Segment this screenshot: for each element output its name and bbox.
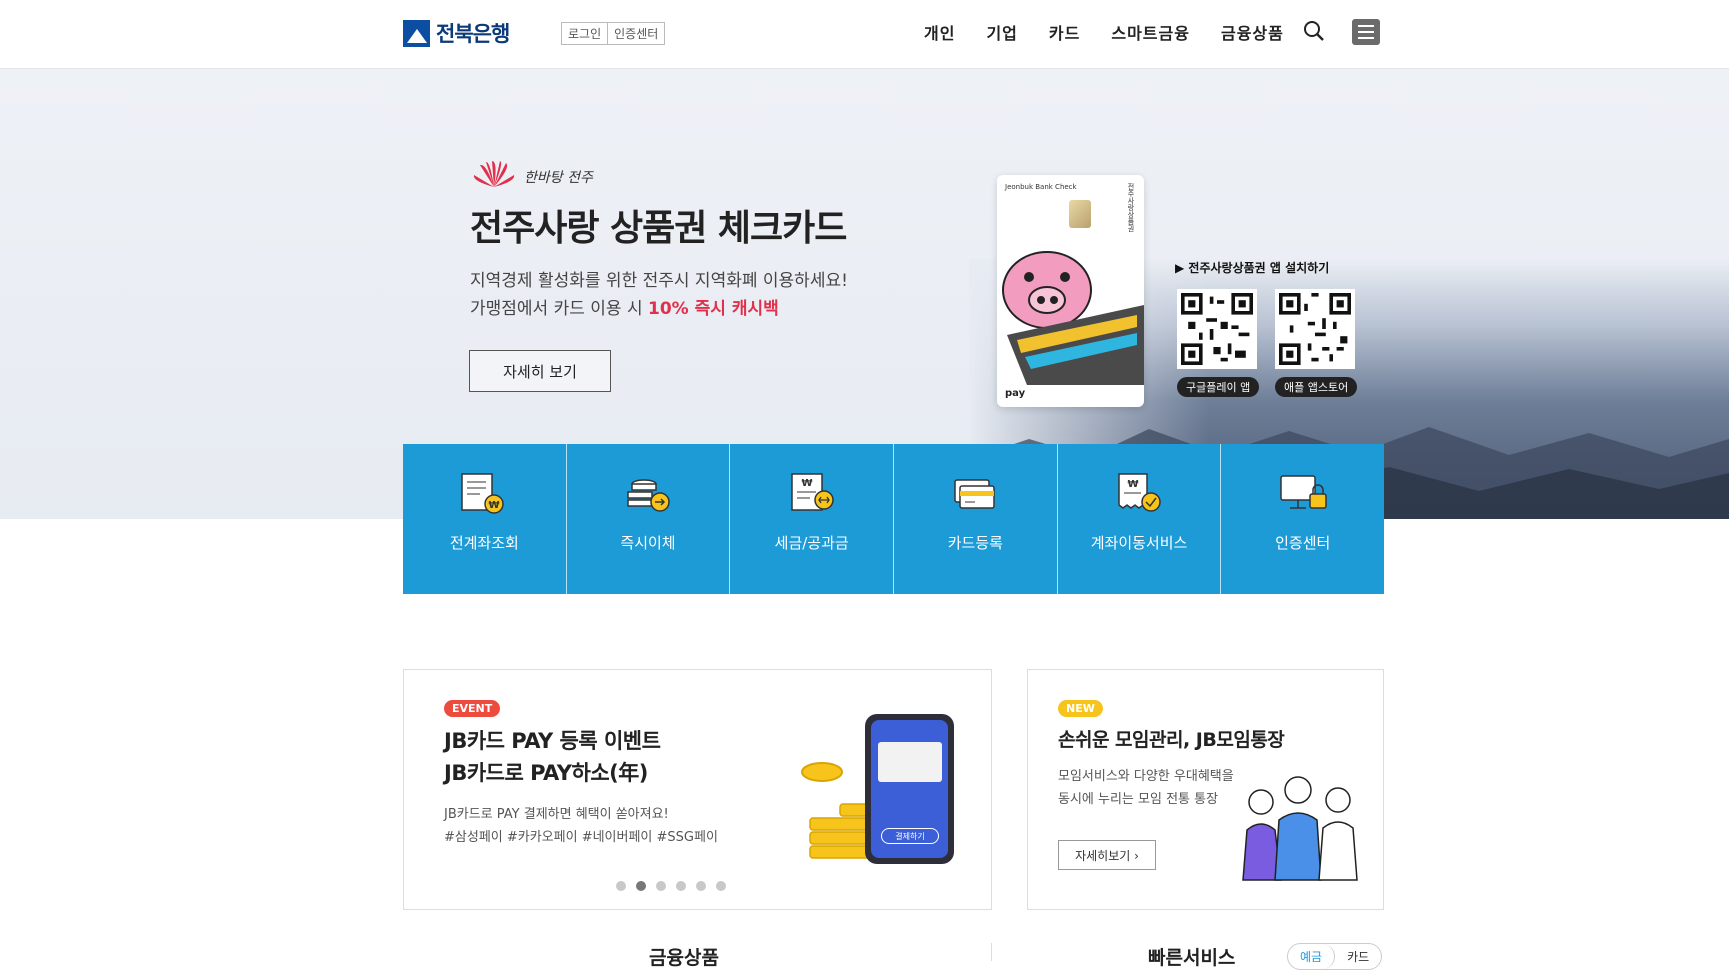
nav-products[interactable]: 금융상품 xyxy=(1221,20,1284,44)
quick-service-title: 빠른서비스 xyxy=(1148,947,1236,969)
toggle-deposit[interactable]: 예금 xyxy=(1288,944,1336,969)
logo[interactable]: 전북은행 xyxy=(403,18,510,48)
quick-service-toggle: 예금 카드 xyxy=(1287,943,1383,970)
pig-illustration xyxy=(1002,251,1144,385)
nav-card[interactable]: 카드 xyxy=(1049,20,1080,44)
new-description: 모임서비스와 다양한 우대혜택을 동시에 누리는 모임 전통 통장 xyxy=(1058,769,1234,807)
hero-desc-line1: 지역경제 활성화를 위한 전주시 지역화폐 이용하세요! xyxy=(470,271,848,291)
main-nav: 개인 기업 카드 스마트금융 금융상품 xyxy=(924,20,1284,44)
phone-card-image xyxy=(878,742,942,782)
jeonju-slogan-logo: 한바탕 전주 xyxy=(470,157,593,197)
login-link[interactable]: 로그인 xyxy=(562,23,607,44)
event-title: JB카드 PAY 등록 이벤트 JB카드로 PAY하소(年) xyxy=(444,729,661,785)
event-badge: EVENT xyxy=(444,700,501,717)
new-product-banner: NEW 손쉬운 모임관리, JB모임통장 모임서비스와 다양한 우대혜택을 동시… xyxy=(1027,669,1384,910)
nav-personal[interactable]: 개인 xyxy=(924,20,955,44)
site-header: 전북은행 로그인 인증센터 개인 기업 카드 스마트금융 금융상품 xyxy=(0,0,1729,69)
quick-item-instant-transfer[interactable]: 즉시이체 xyxy=(567,444,731,594)
flower-icon xyxy=(473,161,515,187)
svg-text:₩: ₩ xyxy=(801,478,812,489)
slide-dot[interactable] xyxy=(716,881,726,891)
google-play-label[interactable]: 구글플레이 앱 xyxy=(1177,377,1260,397)
cert-center-link[interactable]: 인증센터 xyxy=(607,23,664,44)
quick-item-cert-center[interactable]: 인증센터 xyxy=(1221,444,1384,594)
certificate-center-icon xyxy=(1279,475,1327,509)
event-banner[interactable]: EVENT JB카드 PAY 등록 이벤트 JB카드로 PAY하소(年) JB카… xyxy=(403,669,992,910)
card-vertical-text: 전주사랑상품권 xyxy=(1127,183,1135,232)
instant-transfer-icon xyxy=(627,479,670,512)
quick-label: 전계좌조회 xyxy=(449,534,519,552)
quick-label: 계좌이동서비스 xyxy=(1090,534,1188,552)
search-icon[interactable] xyxy=(1303,20,1325,42)
account-inquiry-icon: ₩ xyxy=(461,473,505,514)
app-store-label[interactable]: 애플 앱스토어 xyxy=(1275,377,1358,397)
slide-dot[interactable] xyxy=(656,881,666,891)
quick-label: 인증센터 xyxy=(1275,534,1331,552)
toggle-card[interactable]: 카드 xyxy=(1335,944,1381,969)
app-store-qr-icon[interactable] xyxy=(1275,289,1355,369)
section-divider xyxy=(991,943,992,961)
quick-menu: ₩ 전계좌조회 즉시이체 ₩ 세금/공과금 카드등록 ₩ 계좌이동서비스 인증센… xyxy=(403,444,1384,594)
card-register-icon xyxy=(954,479,996,509)
hero-description: 지역경제 활성화를 위한 전주시 지역화폐 이용하세요! 가맹점에서 카드 이용… xyxy=(470,267,848,323)
qr-title: ▶ 전주사랑상품권 앱 설치하기 xyxy=(1175,261,1330,275)
financial-products-title: 금융상품 xyxy=(649,947,719,969)
phone-illustration: 결제하기 xyxy=(865,714,954,864)
quick-label: 카드등록 xyxy=(947,534,1003,552)
account-switch-icon: ₩ xyxy=(1118,473,1161,512)
slide-dot[interactable] xyxy=(696,881,706,891)
new-badge: NEW xyxy=(1058,700,1103,717)
new-title: 손쉬운 모임관리, JB모임통장 xyxy=(1058,729,1285,751)
tax-bill-icon: ₩ xyxy=(790,473,834,511)
cashback-highlight: 10% 즉시 캐시백 xyxy=(648,299,779,319)
card-brand-text: Jeonbuk Bank Check xyxy=(1005,183,1077,191)
people-illustration xyxy=(1242,776,1358,881)
check-card-image: Jeonbuk Bank Check 전주사랑상품권 pay xyxy=(997,175,1144,407)
card-chip xyxy=(1069,200,1091,228)
slogan-text: 한바탕 전주 xyxy=(524,170,593,186)
hamburger-menu-icon[interactable] xyxy=(1352,19,1380,45)
quick-label: 세금/공과금 xyxy=(774,534,849,552)
slide-dot[interactable] xyxy=(616,881,626,891)
nav-smart-finance[interactable]: 스마트금융 xyxy=(1111,20,1190,44)
logo-text: 전북은행 xyxy=(436,22,510,46)
quick-item-tax[interactable]: ₩ 세금/공과금 xyxy=(730,444,895,594)
svg-text:₩: ₩ xyxy=(1128,479,1139,490)
quick-label: 즉시이체 xyxy=(620,534,676,552)
hero-desc-line2: 가맹점에서 카드 이용 시 10% 즉시 캐시백 xyxy=(470,299,779,319)
hero-detail-button[interactable]: 자세히 보기 xyxy=(469,350,611,392)
google-play-qr-icon[interactable] xyxy=(1177,289,1257,369)
slide-dot-active[interactable] xyxy=(636,881,646,891)
util-links: 로그인 인증센터 xyxy=(561,22,666,45)
svg-text:₩: ₩ xyxy=(489,500,500,511)
quick-item-card-register[interactable]: 카드등록 xyxy=(894,444,1058,594)
hero-title: 전주사랑 상품권 체크카드 xyxy=(470,208,847,249)
card-pay-logo: pay xyxy=(1005,388,1026,399)
phone-pay-button: 결제하기 xyxy=(881,828,939,844)
nav-business[interactable]: 기업 xyxy=(986,20,1017,44)
event-description: JB카드로 PAY 결제하면 혜택이 쏟아져요! #삼성페이 #카카오페이 #네… xyxy=(444,807,718,845)
quick-item-account-inquiry[interactable]: ₩ 전계좌조회 xyxy=(403,444,567,594)
slide-dot[interactable] xyxy=(676,881,686,891)
logo-mark-icon xyxy=(403,19,430,47)
quick-item-account-switch[interactable]: ₩ 계좌이동서비스 xyxy=(1058,444,1222,594)
slide-pagination xyxy=(616,881,726,891)
new-detail-button[interactable]: 자세히보기 › xyxy=(1058,840,1156,870)
